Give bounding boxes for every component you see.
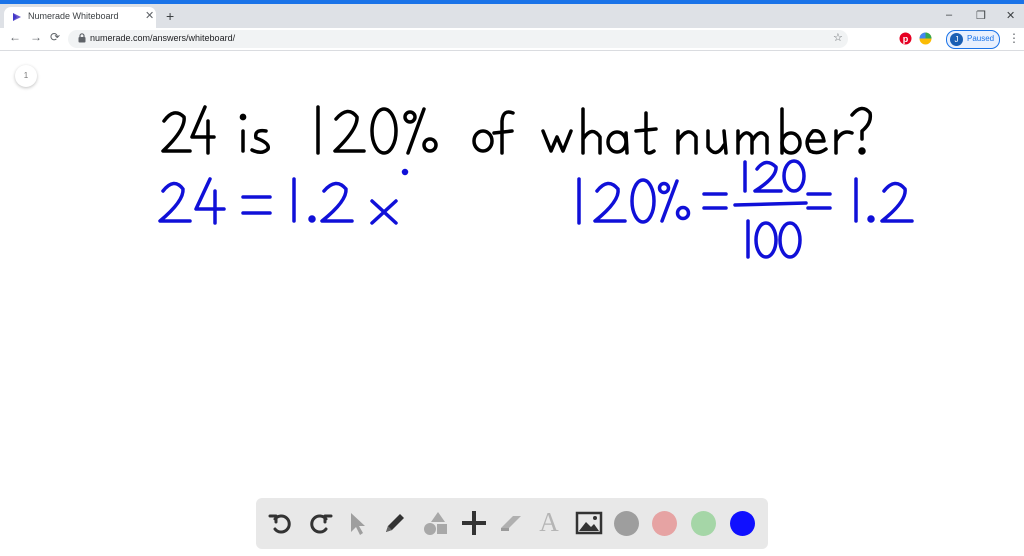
avatar: J xyxy=(950,33,963,46)
restore-button[interactable]: ❐ xyxy=(976,9,986,22)
handwritten-question xyxy=(161,105,873,155)
color-swatch-green[interactable] xyxy=(691,511,716,536)
tab-strip: Numerade Whiteboard ✕ + – ❐ ✕ xyxy=(0,4,1024,28)
minimize-button[interactable]: – xyxy=(946,9,952,21)
handwritten-equation xyxy=(158,168,409,225)
new-tab-button[interactable]: + xyxy=(166,8,174,24)
tab-numerade-whiteboard[interactable]: Numerade Whiteboard ✕ xyxy=(4,7,156,28)
whiteboard-toolbar: A xyxy=(256,498,768,549)
menu-kebab-icon[interactable]: ⋮ xyxy=(1008,31,1020,45)
lock-icon xyxy=(78,33,86,43)
svg-text:p: p xyxy=(903,34,909,44)
tab-close-icon[interactable]: ✕ xyxy=(145,9,154,22)
color-swatch-blue[interactable] xyxy=(730,511,755,536)
reload-button[interactable]: ⟳ xyxy=(50,30,60,44)
numerade-logo-icon xyxy=(13,13,21,21)
text-icon[interactable]: A xyxy=(534,507,564,537)
extension-icon[interactable] xyxy=(919,32,932,45)
pen-icon[interactable] xyxy=(380,508,410,538)
bookmark-star-icon[interactable]: ☆ xyxy=(833,31,843,44)
browser-toolbar: ← → ⟳ numerade.com/answers/whiteboard/ ☆… xyxy=(0,28,1024,51)
color-swatch-gray[interactable] xyxy=(614,511,639,536)
forward-button[interactable]: → xyxy=(30,30,42,44)
pinterest-icon[interactable]: p xyxy=(899,32,912,45)
shapes-icon[interactable] xyxy=(420,508,450,538)
close-window-button[interactable]: ✕ xyxy=(1006,9,1015,22)
redo-icon[interactable] xyxy=(305,508,335,538)
cursor-icon[interactable] xyxy=(342,508,372,538)
profile-paused-button[interactable]: J Paused xyxy=(946,30,1000,49)
handwritten-conversion xyxy=(577,159,914,259)
eraser-icon[interactable] xyxy=(496,508,526,538)
image-icon[interactable] xyxy=(574,508,604,538)
back-button[interactable]: ← xyxy=(9,30,21,44)
whiteboard-canvas[interactable] xyxy=(0,51,1024,556)
address-bar[interactable]: numerade.com/answers/whiteboard/ ☆ xyxy=(68,30,848,48)
profile-status: Paused xyxy=(967,34,995,43)
tab-title: Numerade Whiteboard xyxy=(28,11,119,21)
url-text: numerade.com/answers/whiteboard/ xyxy=(90,33,236,43)
color-swatch-pink[interactable] xyxy=(652,511,677,536)
undo-icon[interactable] xyxy=(266,508,296,538)
add-icon[interactable] xyxy=(459,508,489,538)
